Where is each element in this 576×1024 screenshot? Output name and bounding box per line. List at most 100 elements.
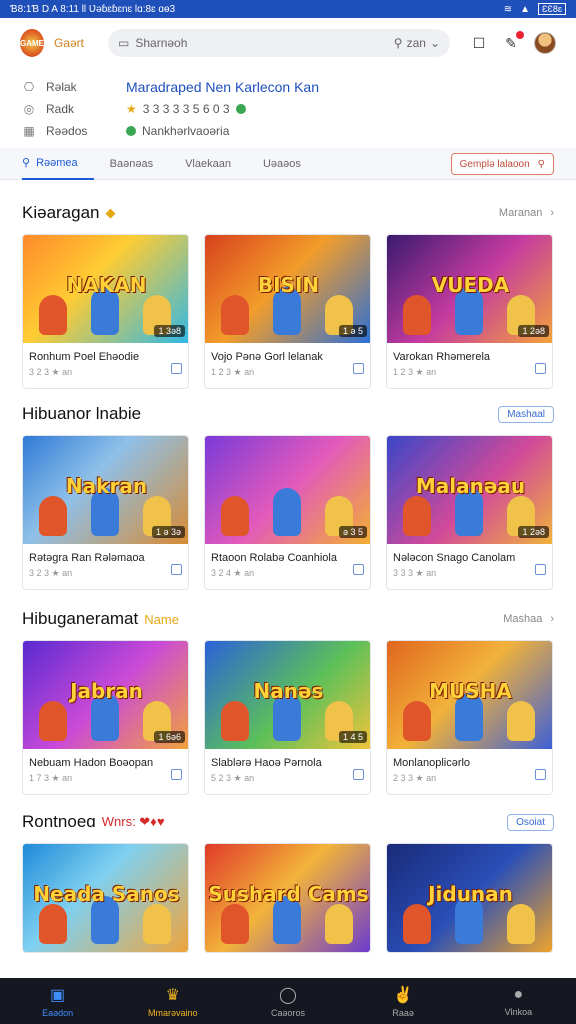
character-art	[273, 488, 301, 536]
view-more-label: Mashaa	[503, 613, 543, 625]
character-art	[221, 701, 249, 741]
checkbox[interactable]	[171, 363, 182, 374]
chevron-down-icon[interactable]: ⌄	[430, 36, 440, 50]
circle-icon: ◯	[279, 986, 297, 1004]
tab[interactable]: Uəaəos	[247, 148, 317, 180]
character-art	[325, 904, 353, 944]
character-art	[221, 496, 249, 536]
game-thumbnail[interactable]: NAKAN 1 3ə8	[23, 235, 188, 343]
checkbox[interactable]	[535, 363, 546, 374]
character-art	[39, 496, 67, 536]
game-section: Rontnoeɑ Wnrs: ❤♦♥ Osoiat Neada Sanos Sush…	[0, 807, 576, 953]
checkbox[interactable]	[171, 769, 182, 780]
game-thumbnail[interactable]: MUSHA	[387, 641, 552, 749]
game-card[interactable]: Nanəs 1 4 5 Slablərə Haoə Pərnola 5 2 3 …	[204, 640, 371, 795]
nav-item[interactable]: ● Vlnkoa	[473, 986, 563, 1017]
game-thumbnail[interactable]: BISIN 1 ə 5	[205, 235, 370, 343]
notification-icon[interactable]: ✎	[502, 31, 524, 52]
rating-badge: 1 6ə6	[154, 731, 185, 743]
view-more-button[interactable]: Mashaal	[498, 405, 554, 423]
game-card[interactable]: Jabran 1 6ə6 Nebuam Hadon Boəopan 1 7 3 …	[22, 640, 189, 795]
bottom-nav: ▣ Eaədon ♛ Mmarəvaino ◯ Caəoros ✌ Raaə ● Vlnkoa	[0, 978, 576, 1024]
nav-item[interactable]: ♛ Mmarəvaino	[128, 985, 218, 1018]
notification-dot	[516, 31, 524, 39]
menu-icon: ▭	[118, 36, 130, 50]
game-thumbnail[interactable]: Malanəau 1 2ə8	[387, 436, 552, 544]
game-meta: 3 3 3 ★ an	[393, 568, 437, 578]
game-title: Ronhum Poel Ehəodie	[29, 351, 140, 363]
game-card[interactable]: MUSHA Monlanoplicərlo 2 3 3 ★ an	[386, 640, 553, 795]
game-title: Varokan Rhəmerela	[393, 351, 491, 363]
nav-item[interactable]: ◯ Caəoros	[243, 985, 333, 1018]
game-card[interactable]: Sushard Cams	[204, 843, 371, 953]
game-card[interactable]: Malanəau 1 2ə8 Nələcon Snago Canolam 3 3…	[386, 435, 553, 590]
game-art-title: Neada Sanos	[33, 882, 180, 906]
social-icon: ✌	[393, 986, 414, 1004]
tab[interactable]: Vlaekaan	[169, 148, 247, 180]
search-input[interactable]: ▭ Sharnəoh ⚲ zan ⌄	[108, 29, 450, 57]
tab-active[interactable]: ⚲ Rəəmea	[22, 148, 94, 180]
character-art	[221, 904, 249, 944]
checkbox[interactable]	[353, 769, 364, 780]
game-meta: 3 2 3 ★ an	[29, 568, 73, 578]
chevron-right-icon: ›	[550, 613, 554, 625]
game-thumbnail[interactable]: Neada Sanos	[23, 844, 188, 952]
game-card[interactable]: NAKAN 1 3ə8 Ronhum Poel Ehəodie 3 2 3 ★ …	[22, 234, 189, 389]
edit-icon[interactable]: ☐	[470, 34, 488, 52]
rating-badge: ə 3 5	[338, 526, 367, 538]
app-logo[interactable]: GAME	[20, 29, 44, 57]
game-art-title: Jabran	[70, 679, 143, 703]
game-thumbnail[interactable]: Jidunan	[387, 844, 552, 952]
checkbox[interactable]	[535, 564, 546, 575]
card-row: NAKAN 1 3ə8 Ronhum Poel Ehəodie 3 2 3 ★ …	[22, 234, 554, 389]
game-thumbnail[interactable]: Nakran 1 ə 3ə	[23, 436, 188, 544]
game-card[interactable]: Neada Sanos	[22, 843, 189, 953]
rating-badge: 1 ə 5	[338, 325, 367, 337]
view-more-link[interactable]: Mashaa ›	[503, 613, 554, 625]
checkbox[interactable]	[353, 564, 364, 575]
tab[interactable]: Baənəas	[94, 148, 169, 180]
section-title: Hibuanor lnabie	[22, 404, 142, 423]
info-label: Rəədos	[46, 124, 88, 138]
nav-item[interactable]: ✌ Raaə	[358, 985, 448, 1018]
status-left: Ɓ8:1Ɓ D A 8:11 ll Ʋəɓɛɓɛnɛ lɑ:8ɛ ɑɵ3	[10, 3, 176, 15]
status-bar: Ɓ8:1Ɓ D A 8:11 ll Ʋəɓɛɓɛnɛ lɑ:8ɛ ɑɵ3 ≋ ▲…	[0, 0, 576, 18]
avatar[interactable]	[534, 32, 556, 54]
tab-search-button[interactable]: Gemplə lalaoon ⚲	[450, 153, 554, 175]
section-header: Hibuganeramat Name Mashaa ›	[22, 604, 554, 634]
game-thumbnail[interactable]: Nanəs 1 4 5	[205, 641, 370, 749]
game-card[interactable]: Nakran 1 ə 3ə Rətəgra Ran Rələmaoa 3 2 3…	[22, 435, 189, 590]
info-value: Nankhərlvaoəria	[142, 124, 230, 138]
checkbox[interactable]	[171, 564, 182, 575]
game-meta: 1 2 3 ★ an	[211, 367, 255, 377]
game-thumbnail[interactable]: Jabran 1 6ə6	[23, 641, 188, 749]
game-title: Nebuam Hadon Boəopan	[29, 757, 154, 769]
game-card[interactable]: VUEDA 1 2ə8 Varokan Rhəmerela 1 2 3 ★ an	[386, 234, 553, 389]
game-art-title: Malanəau	[415, 474, 526, 498]
game-thumbnail[interactable]: ə 3 5	[205, 436, 370, 544]
game-card[interactable]: ə 3 5 Rtaoon Rolabə Coanhiola 3 2 4 ★ an	[204, 435, 371, 590]
nav-label: Caəoros	[270, 1007, 305, 1018]
search-icon[interactable]: ⚲	[394, 36, 403, 50]
game-art-title: NAKAN	[66, 273, 147, 297]
info-title[interactable]: Maradraped Nen Karlecon Kan	[126, 79, 319, 95]
rating-badge: 1 3ə8	[154, 325, 185, 337]
tab-label: Rəəmea	[36, 156, 78, 169]
view-more-link[interactable]: Maranan ›	[499, 207, 554, 219]
game-thumbnail[interactable]: Sushard Cams	[205, 844, 370, 952]
game-thumbnail[interactable]: VUEDA 1 2ə8	[387, 235, 552, 343]
card-row: Jabran 1 6ə6 Nebuam Hadon Boəopan 1 7 3 …	[22, 640, 554, 795]
game-art-title: Jidunan	[428, 882, 513, 906]
rating-badge: 1 2ə8	[518, 526, 549, 538]
checkbox[interactable]	[535, 769, 546, 780]
game-card[interactable]: Jidunan	[386, 843, 553, 953]
info-panel: ⎔ Rəlak Maradraped Nen Karlecon Kan ◎ Ra…	[0, 68, 576, 148]
nav-item[interactable]: ▣ Eaədon	[13, 985, 103, 1018]
checkbox[interactable]	[353, 363, 364, 374]
game-meta: 3 2 3 ★ an	[29, 367, 73, 377]
game-card[interactable]: BISIN 1 ə 5 Vojo Pənə Gorl lelanak 1 2 3…	[204, 234, 371, 389]
view-more-button[interactable]: Osoiat	[507, 813, 554, 831]
wifi-icon: ≋	[503, 3, 513, 15]
game-meta: 1 2 3 ★ an	[393, 367, 437, 377]
game-art-title: Nakran	[65, 474, 148, 498]
